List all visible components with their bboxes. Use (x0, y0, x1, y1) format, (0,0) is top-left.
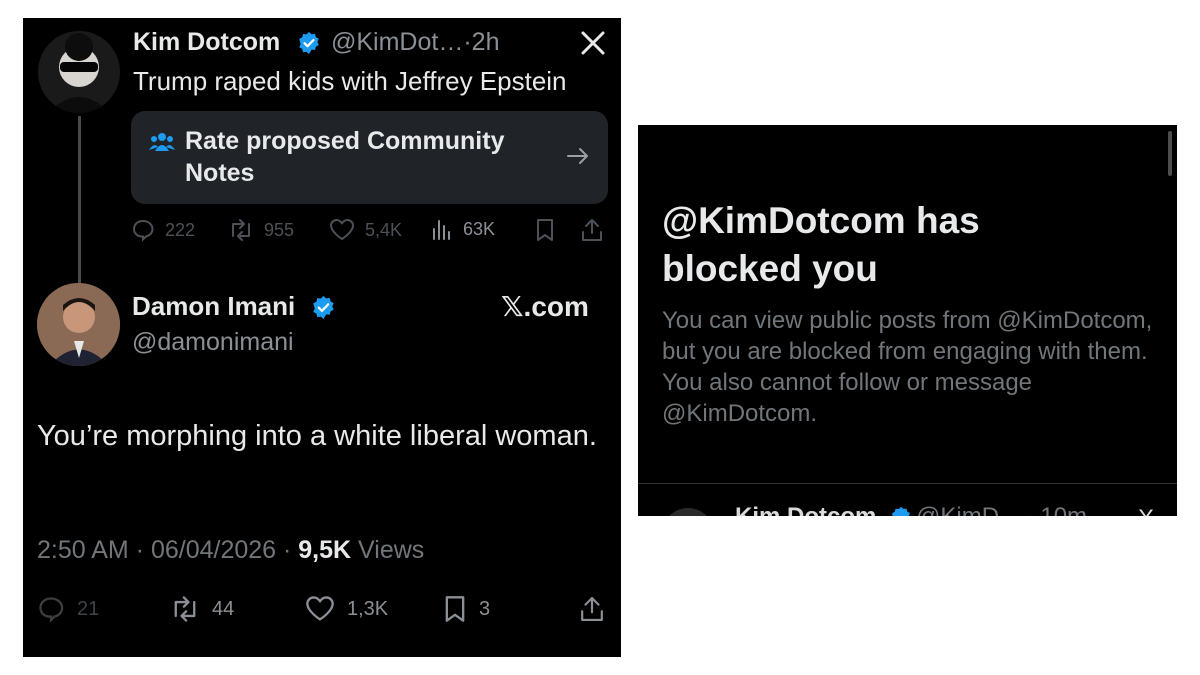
divider (638, 483, 1177, 484)
scrollbar[interactable] (1168, 131, 1172, 176)
x-com-watermark: 𝕏.com (501, 291, 589, 322)
share-icon (582, 219, 602, 241)
main-tweet-text: You’re morphing into a white liberal wom… (37, 420, 597, 452)
quoted-author-handle-time: @KimDot…·2h (331, 28, 500, 56)
reply-button[interactable]: 222 (131, 218, 195, 242)
community-notes-icon (149, 131, 175, 153)
views-icon (433, 220, 450, 240)
tweet-timestamp: 2:50 AM · 06/04/2026 · (37, 536, 299, 564)
blocked-description: You can view public posts from @KimDotco… (662, 307, 1153, 427)
tweet-metadata: 2:50 AM · 06/04/2026 · 9,5K Views (37, 536, 424, 565)
repost-icon (232, 219, 250, 241)
like-button[interactable]: 5,4K (329, 218, 402, 242)
kim-dotcom-avatar[interactable] (38, 31, 120, 113)
verified-badge-icon (297, 31, 321, 55)
share-icon (581, 596, 603, 621)
quoted-tweet-actions: 222 955 5,4K 63K (131, 218, 606, 246)
repost-count: 44 (212, 597, 235, 620)
reply-count: 222 (165, 219, 196, 240)
x-close-icon[interactable] (580, 30, 606, 56)
main-tweet-actions: 21 44 1,3K 3 (37, 595, 607, 627)
bookmark-icon (445, 596, 465, 622)
repost-button[interactable]: 44 (170, 595, 234, 623)
blocked-notice-panel: @KimDotcom has blocked you You can view … (638, 125, 1177, 516)
x-close-icon[interactable]: X (1138, 505, 1154, 516)
damon-imani-avatar[interactable] (37, 283, 120, 366)
quoted-tweet-text: Trump raped kids with Jeffrey Epstein (133, 66, 567, 96)
share-button[interactable] (581, 218, 603, 242)
views-label: Views (351, 536, 425, 564)
tweet-screenshot-panel: Kim Dotcom @KimDot…·2h Trump raped kids … (23, 18, 621, 657)
reply-count: 21 (77, 597, 100, 620)
bookmark-icon (537, 219, 553, 241)
like-button[interactable]: 1,3K (305, 595, 388, 623)
views-count: 9,5K (298, 536, 352, 564)
arrow-right-icon (567, 147, 589, 165)
bookmark-count: 3 (479, 597, 491, 620)
thread-connector-line (78, 116, 81, 286)
repost-button[interactable]: 955 (228, 218, 294, 242)
like-count: 1,3K (347, 597, 389, 620)
community-notes-label: Rate proposed Community Notes (185, 127, 505, 187)
like-count: 5,4K (365, 219, 403, 240)
views-count: 63K (463, 218, 496, 239)
views-button[interactable]: 63K (431, 218, 495, 240)
verified-badge-icon (890, 506, 912, 516)
reply-button[interactable]: 21 (37, 595, 99, 623)
reply-icon (132, 219, 154, 242)
share-button[interactable] (580, 595, 604, 623)
repost-count: 955 (264, 219, 295, 240)
main-author-name[interactable]: Damon Imani (132, 291, 295, 322)
reply-icon (39, 597, 64, 623)
bookmark-button[interactable] (535, 218, 555, 242)
peek-author-handle: @KimD... · 10m (916, 503, 1087, 516)
blocked-title: @KimDotcom has blocked you (662, 200, 980, 289)
verified-badge-icon (311, 295, 336, 320)
main-author-handle: @damonimani (132, 328, 294, 356)
repost-icon (174, 596, 196, 622)
bookmark-button[interactable]: 3 (443, 595, 490, 623)
quoted-author-name[interactable]: Kim Dotcom (133, 28, 280, 57)
rate-community-notes-card[interactable]: Rate proposed Community Notes (131, 111, 608, 204)
kim-dotcom-avatar[interactable] (662, 508, 714, 516)
heart-icon (306, 596, 334, 621)
heart-icon (329, 218, 355, 241)
peek-author-name[interactable]: Kim Dotcom (735, 503, 876, 516)
